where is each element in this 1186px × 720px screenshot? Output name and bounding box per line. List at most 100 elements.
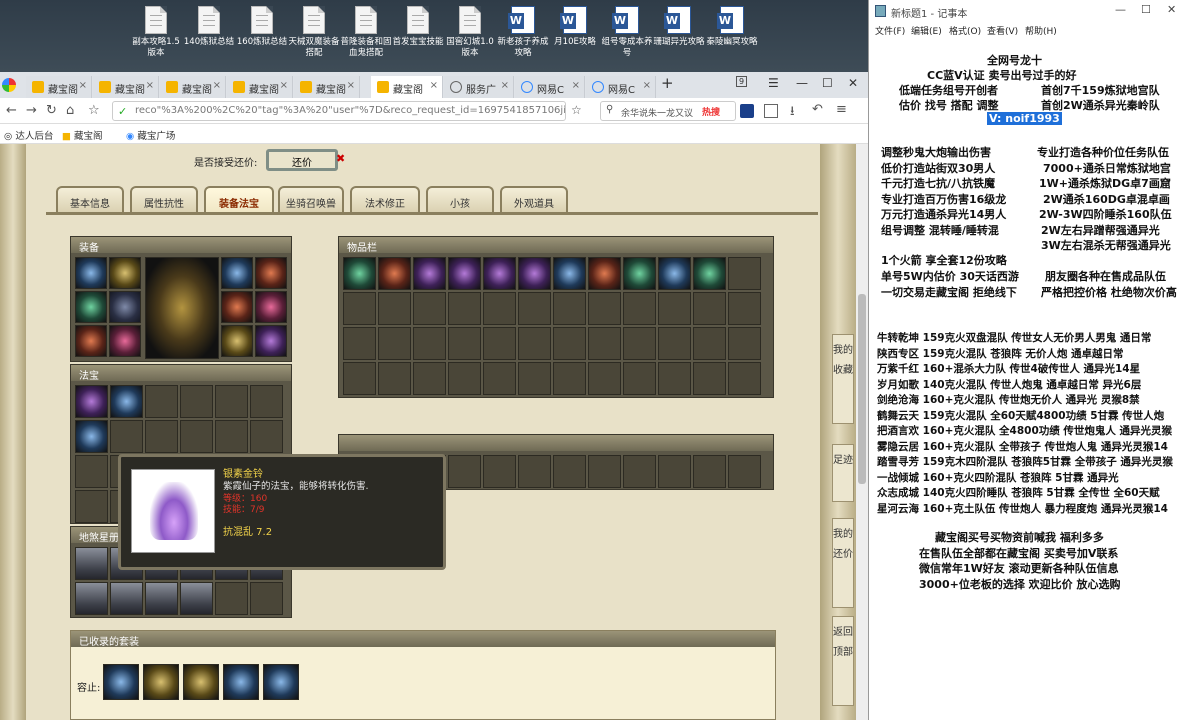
treasure-slot[interactable] — [250, 385, 283, 418]
undo-icon[interactable]: ↶ — [812, 102, 823, 117]
my-bargains-button[interactable]: 我的还价 — [832, 518, 854, 608]
download-icon[interactable]: ⭳ — [790, 102, 795, 124]
star-card[interactable] — [215, 582, 248, 615]
inventory-slot[interactable] — [588, 327, 621, 360]
storage-slot[interactable] — [483, 455, 516, 488]
hot-search-badge[interactable]: 热搜 — [702, 105, 720, 118]
star-card[interactable] — [110, 582, 143, 615]
equipment-slot[interactable] — [255, 257, 287, 289]
back-icon[interactable]: ← — [6, 103, 17, 118]
inventory-slot[interactable] — [693, 292, 726, 325]
tab-cbg-5[interactable]: 藏宝阁 × — [294, 76, 360, 98]
inventory-slot[interactable] — [553, 257, 586, 290]
tab-count-icon[interactable]: 9 — [736, 76, 748, 87]
desktop-file-icon[interactable]: W 珊瑚异光攻略 — [651, 6, 707, 48]
treasure-slot[interactable] — [215, 420, 248, 453]
treasure-slot[interactable] — [75, 420, 108, 453]
tab-cbg-4[interactable]: 藏宝阁 × — [227, 76, 293, 98]
inventory-slot[interactable] — [588, 292, 621, 325]
storage-slot[interactable] — [728, 455, 761, 488]
inventory-slot[interactable] — [658, 327, 691, 360]
tab-appearance[interactable]: 外观道具 — [500, 186, 568, 214]
desktop-file-icon[interactable]: W 组号零成本养号 — [599, 6, 655, 59]
inventory-slot[interactable] — [658, 292, 691, 325]
treasure-slot[interactable] — [180, 420, 213, 453]
tab-cbg-1[interactable]: 藏宝阁 × — [26, 76, 92, 98]
bookmark-star-icon[interactable]: ☆ — [88, 103, 100, 118]
menu-edit[interactable]: 编辑(E) — [911, 24, 942, 37]
treasure-slot[interactable] — [110, 420, 143, 453]
scrollbar-thumb[interactable] — [858, 294, 866, 484]
inventory-slot[interactable] — [658, 362, 691, 395]
inventory-slot[interactable] — [693, 257, 726, 290]
inventory-slot[interactable] — [588, 362, 621, 395]
equipment-slot[interactable] — [255, 291, 287, 323]
treasure-slot[interactable] — [215, 385, 248, 418]
tab-cbg-3[interactable]: 藏宝阁 × — [160, 76, 226, 98]
inventory-slot[interactable] — [343, 257, 376, 290]
extension-icon[interactable] — [740, 104, 754, 118]
maximize-button[interactable]: ☐ — [822, 76, 833, 90]
close-window-button[interactable]: ✕ — [1167, 3, 1176, 16]
menu-file[interactable]: 文件(F) — [875, 24, 905, 37]
desktop-file-icon[interactable]: W 月10E攻略 — [547, 6, 603, 48]
outfit-item[interactable] — [103, 664, 139, 700]
menu-view[interactable]: 查看(V) — [987, 24, 1018, 37]
equipment-slot[interactable] — [109, 325, 141, 357]
treasure-slot[interactable] — [75, 455, 108, 488]
home-icon[interactable]: ⌂ — [66, 103, 74, 118]
treasure-slot[interactable] — [75, 385, 108, 418]
close-icon[interactable]: × — [213, 80, 221, 91]
inventory-slot[interactable] — [553, 362, 586, 395]
desktop-file-icon[interactable]: 140炼狱总结 — [181, 6, 237, 48]
inventory-slot[interactable] — [448, 257, 481, 290]
inventory-slot[interactable] — [518, 292, 551, 325]
inventory-slot[interactable] — [448, 292, 481, 325]
inventory-slot[interactable] — [378, 362, 411, 395]
inventory-slot[interactable] — [728, 362, 761, 395]
inventory-slot[interactable] — [518, 327, 551, 360]
inventory-slot[interactable] — [728, 292, 761, 325]
menu-format[interactable]: 格式(O) — [949, 24, 981, 37]
equipment-slot[interactable] — [75, 257, 107, 289]
menu-help[interactable]: 帮助(H) — [1025, 24, 1057, 37]
inventory-slot[interactable] — [483, 327, 516, 360]
close-icon[interactable]: × — [280, 80, 288, 91]
treasure-slot[interactable] — [75, 490, 108, 523]
tab-equipment[interactable]: 装备法宝 — [204, 186, 274, 214]
tab-attributes[interactable]: 属性抗性 — [130, 186, 198, 214]
inventory-slot[interactable] — [483, 362, 516, 395]
star-card[interactable] — [250, 582, 283, 615]
inventory-slot[interactable] — [378, 292, 411, 325]
inventory-slot[interactable] — [343, 362, 376, 395]
storage-slot[interactable] — [693, 455, 726, 488]
my-favorites-button[interactable]: 我的收藏 — [832, 334, 854, 424]
treasure-slot[interactable] — [145, 385, 178, 418]
inventory-slot[interactable] — [728, 327, 761, 360]
star-card[interactable] — [75, 582, 108, 615]
desktop-file-icon[interactable]: W 秦陵幽冥攻略 — [704, 6, 760, 48]
treasure-slot[interactable] — [110, 385, 143, 418]
equipment-slot[interactable] — [109, 257, 141, 289]
tab-child[interactable]: 小孩 — [426, 186, 494, 214]
forward-icon[interactable]: → — [26, 103, 37, 118]
inventory-slot[interactable] — [623, 362, 656, 395]
bookmark-item[interactable]: ◎ 达人后台 — [4, 128, 53, 142]
inventory-slot[interactable] — [343, 292, 376, 325]
inventory-slot[interactable] — [483, 257, 516, 290]
maximize-button[interactable]: ☐ — [1141, 3, 1151, 16]
inventory-slot[interactable] — [623, 292, 656, 325]
menu-icon[interactable]: ☰ — [768, 76, 779, 90]
inventory-slot[interactable] — [623, 327, 656, 360]
inventory-slot[interactable] — [448, 362, 481, 395]
tab-netease-2[interactable]: 网易C × — [586, 76, 656, 98]
bookmark-item[interactable]: ■ 藏宝阁 — [62, 128, 103, 142]
outfit-item[interactable] — [143, 664, 179, 700]
inventory-slot[interactable] — [623, 257, 656, 290]
close-icon[interactable]: × — [347, 80, 355, 91]
minimize-button[interactable]: — — [796, 76, 808, 90]
equipment-slot[interactable] — [75, 325, 107, 357]
minimize-button[interactable]: — — [1115, 3, 1126, 16]
new-tab-button[interactable]: + — [661, 74, 674, 92]
close-icon[interactable]: × — [146, 80, 154, 91]
